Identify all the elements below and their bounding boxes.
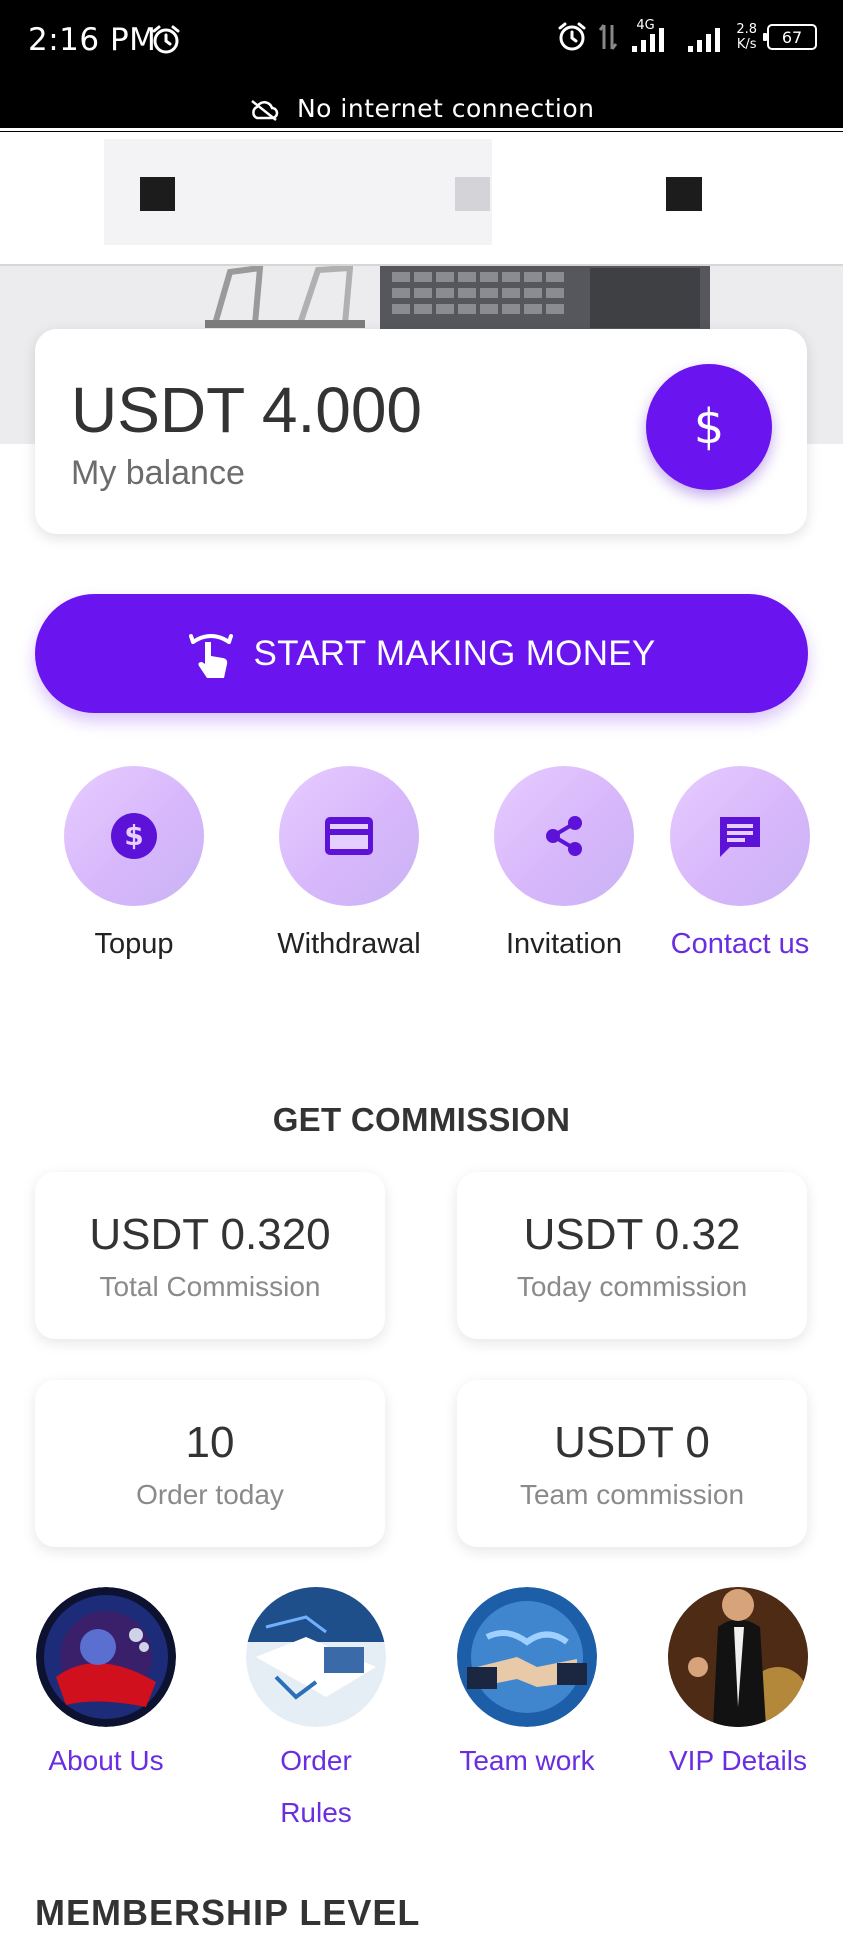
stat-card-total-commission: USDT 0.320 Total Commission — [35, 1172, 385, 1339]
contact-us-label: Contact us — [670, 928, 810, 960]
stat-label: Order today — [136, 1479, 284, 1510]
balance-label: My balance — [71, 454, 245, 492]
divider — [0, 128, 843, 131]
header-menu-icon[interactable] — [140, 177, 175, 211]
stat-value: 10 — [185, 1418, 235, 1467]
stat-value: USDT 0 — [554, 1418, 710, 1467]
tile-order-rules[interactable]: Order Rules — [246, 1587, 386, 1828]
team-work-label[interactable]: Team work — [417, 1735, 637, 1787]
credit-card-icon — [325, 817, 373, 855]
chat-icon — [720, 817, 760, 857]
data-transfer-icon — [599, 24, 618, 50]
alarm-icon — [558, 22, 586, 51]
dollar-circle-icon: $ — [111, 813, 157, 859]
tap-hand-icon — [189, 633, 234, 678]
stat-value: USDT 0.32 — [523, 1210, 741, 1259]
quick-action-invitation[interactable]: Invitation — [494, 766, 634, 960]
status-bar: 2:16 PM 4G 2.8 K/s 67 No internet connec… — [0, 0, 843, 132]
membership-level-title: MEMBERSHIP LEVEL — [35, 1892, 421, 1933]
vip-details-image[interactable] — [668, 1587, 808, 1727]
svg-text:$: $ — [124, 819, 143, 852]
stat-card-order-today: 10 Order today — [35, 1380, 385, 1547]
vip-details-label[interactable]: VIP Details — [628, 1735, 843, 1787]
no-internet-text: No internet connection — [296, 94, 595, 123]
tile-vip-details[interactable]: VIP Details — [668, 1587, 808, 1776]
network-speed: 2.8 K/s — [736, 22, 757, 52]
withdrawal-label: Withdrawal — [277, 928, 421, 960]
invitation-circle[interactable] — [494, 766, 634, 906]
stat-label: Today commission — [516, 1271, 748, 1302]
header-logo — [455, 177, 490, 211]
signal-icon — [688, 28, 721, 52]
team-work-image[interactable] — [457, 1587, 597, 1727]
app-header — [0, 139, 843, 264]
status-indicators: 4G 2.8 K/s 67 — [556, 18, 817, 54]
stat-card-team-commission: USDT 0 Team commission — [457, 1380, 807, 1547]
contact-us-circle[interactable] — [670, 766, 810, 906]
stat-value: USDT 0.320 — [89, 1210, 331, 1259]
share-icon — [546, 816, 582, 856]
balance-dollar-button[interactable]: $ — [646, 364, 772, 490]
alarm-icon — [152, 25, 180, 54]
commission-section-title: GET COMMISSION — [272, 1101, 571, 1138]
balance-card: USDT 4.000 My balance $ — [35, 329, 807, 534]
header-action-icon[interactable] — [666, 177, 702, 211]
balance-amount: USDT 4.000 — [71, 374, 422, 446]
quick-action-withdrawal[interactable]: Withdrawal — [277, 766, 421, 960]
tile-team-work[interactable]: Team work — [457, 1587, 597, 1776]
quick-action-contact-us[interactable]: Contact us — [670, 766, 810, 960]
about-us-image[interactable] — [36, 1587, 176, 1727]
stat-card-today-commission: USDT 0.32 Today commission — [457, 1172, 807, 1339]
network-type: 4G — [628, 18, 676, 54]
cloud-off-icon — [250, 100, 278, 121]
topup-circle[interactable]: $ — [64, 766, 204, 906]
stat-label: Team commission — [519, 1479, 745, 1510]
order-rules-image[interactable] — [246, 1587, 386, 1727]
about-us-label[interactable]: About Us — [0, 1735, 216, 1787]
signal-icon — [632, 28, 665, 52]
battery-icon: 67 — [763, 24, 817, 50]
withdrawal-circle[interactable] — [279, 766, 419, 906]
dollar-icon: $ — [693, 399, 725, 455]
status-time: 2:16 PM — [28, 22, 157, 58]
stat-label: Total Commission — [99, 1271, 321, 1302]
topup-label: Topup — [94, 928, 174, 960]
start-button-label: START MAKING MONEY — [253, 633, 656, 673]
order-rules-label[interactable]: Order Rules — [206, 1735, 426, 1839]
tile-about-us[interactable]: About Us — [36, 1587, 176, 1776]
no-internet-banner: No internet connection — [0, 94, 843, 123]
quick-action-topup[interactable]: $ Topup — [64, 766, 204, 960]
start-making-money-button[interactable]: START MAKING MONEY — [35, 594, 808, 713]
